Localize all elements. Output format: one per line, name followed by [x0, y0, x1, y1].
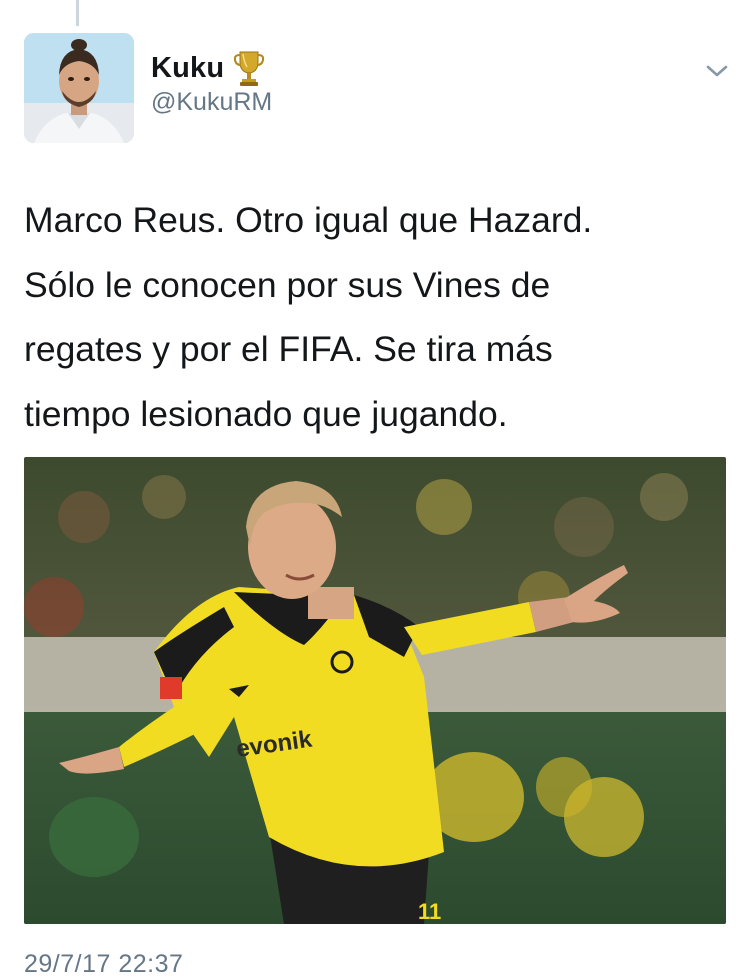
- avatar[interactable]: [24, 33, 134, 143]
- football-player-photo: evonik 11: [24, 457, 726, 924]
- trophy-icon: [232, 48, 266, 88]
- chevron-down-icon[interactable]: [702, 58, 732, 84]
- author-display-name[interactable]: Kuku: [151, 52, 224, 85]
- author-handle[interactable]: @KukuRM: [151, 88, 272, 117]
- tweet-text: Marco Reus. Otro igual que Hazard. Sólo …: [24, 200, 593, 434]
- thread-connector-line: [76, 0, 79, 26]
- tweet-media-photo[interactable]: evonik 11: [24, 457, 726, 924]
- tweet-timestamp[interactable]: 29/7/17 22:37: [24, 950, 183, 979]
- jersey-number-text: 11: [418, 899, 441, 924]
- avatar-image: [24, 33, 134, 143]
- author-name-row[interactable]: Kuku: [151, 48, 266, 88]
